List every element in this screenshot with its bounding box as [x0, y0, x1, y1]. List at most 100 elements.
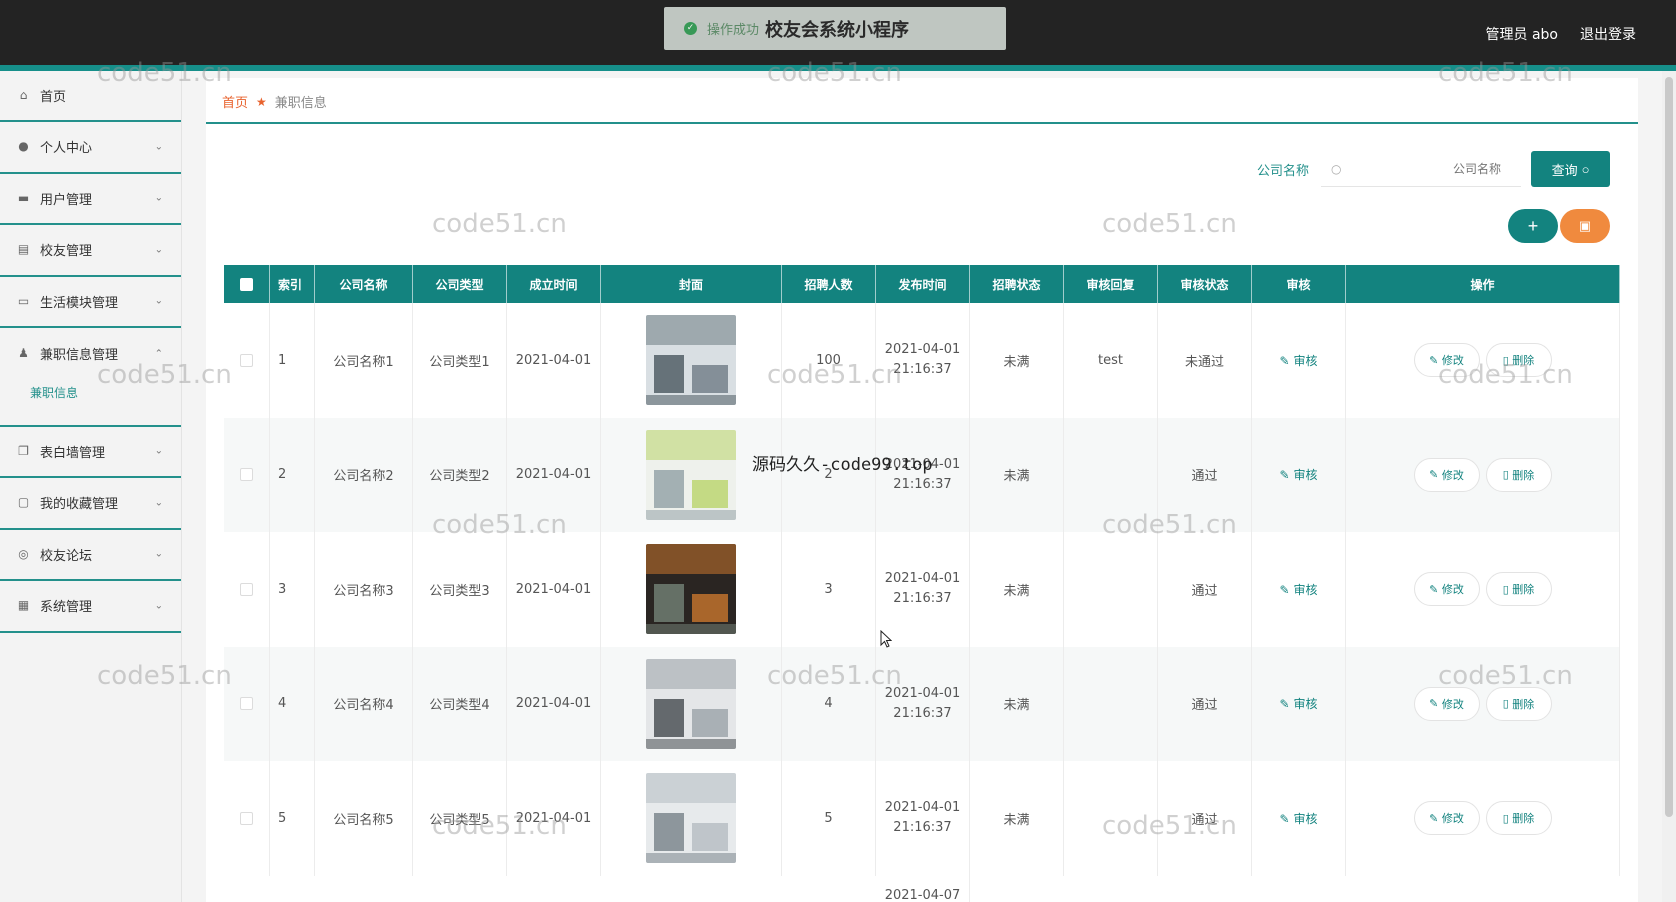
cover-cell — [601, 761, 782, 876]
message-icon: ▢ — [17, 495, 30, 510]
operations: ✎ 修改 ▯ 删除 — [1411, 457, 1555, 492]
sidebar-item-alumni-forum[interactable]: ◎ 校友论坛 ⌄ — [0, 530, 181, 581]
page-scrollbar[interactable] — [1662, 71, 1676, 902]
edit-button[interactable]: ✎ 修改 — [1413, 457, 1480, 492]
batch-delete-button[interactable]: ▣ — [1560, 209, 1610, 243]
publish-date: 2021-04-01 — [884, 685, 961, 701]
column-header: 操作 — [1346, 265, 1620, 303]
operations-cell: ✎ 修改 ▯ 删除 — [1346, 761, 1620, 876]
audit-status-cell: 通过 — [1158, 417, 1252, 532]
company-name-input[interactable] — [1347, 161, 1511, 176]
delete-button[interactable]: ▯ 删除 — [1485, 686, 1552, 721]
chevron-down-icon: ⌄ — [154, 295, 163, 307]
row-select-cell — [224, 303, 270, 418]
breadcrumb-current: 兼职信息 — [274, 96, 327, 111]
row-checkbox[interactable] — [240, 353, 253, 367]
audit-button[interactable]: ✎ 审核 — [1280, 695, 1318, 712]
sidebar-item-confession-wall[interactable]: ❐ 表白墙管理 ⌄ — [0, 427, 181, 478]
sidebar-subitem-parttime-info[interactable]: 兼职信息 — [0, 380, 181, 425]
trash-icon: ▯ — [1502, 697, 1509, 711]
search-button[interactable]: 查询 ○ — [1531, 151, 1610, 187]
column-header: 发布时间 — [876, 265, 970, 303]
audit-action-cell: ✎ 审核 — [1252, 417, 1346, 532]
trash-icon: ▯ — [1502, 811, 1509, 825]
audit-button[interactable]: ✎ 审核 — [1280, 810, 1318, 827]
sidebar-item-parttime-management[interactable]: ♟ 兼职信息管理 ⌃ — [0, 328, 181, 380]
table-row-partial: 2021-04-07 — [224, 875, 1620, 902]
publish-clock: 21:16:37 — [893, 476, 952, 492]
sidebar-item-life-module[interactable]: ▭ 生活模块管理 ⌄ — [0, 277, 181, 328]
toast-message: 操作成功 — [707, 23, 760, 38]
header-accent-line — [0, 65, 1676, 71]
publish-time-cell: 2021-04-01 21:16:37 — [876, 646, 970, 761]
delete-button[interactable]: ▯ 删除 — [1485, 457, 1552, 492]
edit-icon: ✎ — [1429, 811, 1439, 825]
publish-date: 2021-04-01 — [884, 342, 961, 358]
select-all-checkbox[interactable] — [240, 277, 253, 291]
row-checkbox[interactable] — [240, 697, 253, 711]
select-all-cell — [224, 265, 270, 303]
search-icon: ○ — [1331, 161, 1342, 176]
company-name-cell: 公司名称4 — [315, 646, 413, 761]
operations-cell: ✎ 修改 ▯ 删除 — [1346, 646, 1620, 761]
table-row: 5 公司名称5 公司类型5 2021-04-01 5 2021-04-01 21:16:37… — [224, 761, 1620, 876]
row-checkbox[interactable] — [240, 468, 253, 482]
sidebar-item-alumni-management[interactable]: ▤ 校友管理 ⌄ — [0, 225, 181, 277]
add-button[interactable]: + — [1508, 209, 1558, 243]
cover-cell — [601, 303, 782, 418]
publish-time-cell: 2021-04-01 21:16:37 — [876, 303, 970, 418]
audit-button[interactable]: ✎ 审核 — [1280, 466, 1318, 483]
trash-icon: ▣ — [1578, 218, 1592, 233]
breadcrumb-home[interactable]: 首页 — [222, 92, 248, 111]
audit-button[interactable]: ✎ 审核 — [1280, 352, 1318, 369]
operations: ✎ 修改 ▯ 删除 — [1411, 343, 1555, 378]
audit-action-cell: ✎ 审核 — [1252, 761, 1346, 876]
edit-button[interactable]: ✎ 修改 — [1413, 686, 1480, 721]
company-name-cell: 公司名称5 — [315, 761, 413, 876]
column-header: 审核回复 — [1064, 265, 1158, 303]
edit-button[interactable]: ✎ 修改 — [1413, 801, 1480, 836]
table-row: 4 公司名称4 公司类型4 2021-04-01 4 2021-04-01 21:16:37… — [224, 646, 1620, 761]
sidebar-item-user-management[interactable]: ▬ 用户管理 ⌄ — [0, 174, 181, 225]
clipboard-icon: ▤ — [17, 242, 30, 257]
edit-button[interactable]: ✎ 修改 — [1413, 572, 1480, 607]
audit-reply-cell: test — [1064, 303, 1158, 418]
publish-date: 2021-04-07 — [876, 875, 970, 902]
cover-cell — [601, 646, 782, 761]
sidebar-item-home[interactable]: ⌂ 首页 — [0, 71, 181, 122]
table-row: 3 公司名称3 公司类型3 2021-04-01 3 2021-04-01 21:16:37… — [224, 532, 1620, 647]
recruit-count-cell: 100 — [782, 303, 876, 418]
audit-button[interactable]: ✎ 审核 — [1280, 581, 1318, 598]
edit-button[interactable]: ✎ 修改 — [1413, 343, 1480, 378]
sidebar-item-favorites[interactable]: ▢ 我的收藏管理 ⌄ — [0, 478, 181, 530]
column-header: 封面 — [601, 265, 782, 303]
row-checkbox[interactable] — [240, 582, 253, 596]
sidebar-item-personal-center[interactable]: ● 个人中心 ⌄ — [0, 122, 181, 174]
delete-button[interactable]: ▯ 删除 — [1485, 572, 1552, 607]
sidebar-item-label: 表白墙管理 — [40, 445, 106, 461]
sidebar-item-label: 用户管理 — [40, 192, 93, 208]
person-icon: ♟ — [18, 346, 29, 361]
table-body: 1 公司名称1 公司类型1 2021-04-01 100 2021-04-01 21:16:… — [224, 303, 1620, 902]
edit-icon: ✎ — [1279, 582, 1290, 597]
sidebar-group-parttime: ♟ 兼职信息管理 ⌃ 兼职信息 — [0, 328, 181, 427]
scrollbar-thumb[interactable] — [1665, 77, 1673, 817]
logout-button[interactable]: 退出登录 — [1580, 24, 1636, 44]
cover-cell — [601, 532, 782, 647]
audit-status-cell: 通过 — [1158, 761, 1252, 876]
company-type-cell: 公司类型2 — [413, 417, 507, 532]
audit-status-cell: 未通过 — [1158, 303, 1252, 418]
delete-button[interactable]: ▯ 删除 — [1485, 343, 1552, 378]
app-title: 校友会系统小程序 — [765, 19, 910, 41]
publish-time: 2021-04-01 21:16:37 — [885, 569, 961, 609]
row-checkbox[interactable] — [240, 811, 253, 825]
overlay-watermark-text: 源码久久-code99.top — [752, 455, 933, 475]
edit-button-label: 修改 — [1441, 697, 1464, 711]
index-cell: 2 — [270, 417, 315, 532]
search-label: 公司名称 — [1256, 163, 1309, 179]
success-toast: ✓ 操作成功 校友会系统小程序 — [664, 7, 1006, 50]
sidebar-item-system-management[interactable]: ▦ 系统管理 ⌄ — [0, 581, 181, 633]
delete-button[interactable]: ▯ 删除 — [1485, 801, 1552, 836]
founded-date-cell: 2021-04-01 — [507, 303, 601, 418]
operations-cell: ✎ 修改 ▯ 删除 — [1346, 532, 1620, 647]
